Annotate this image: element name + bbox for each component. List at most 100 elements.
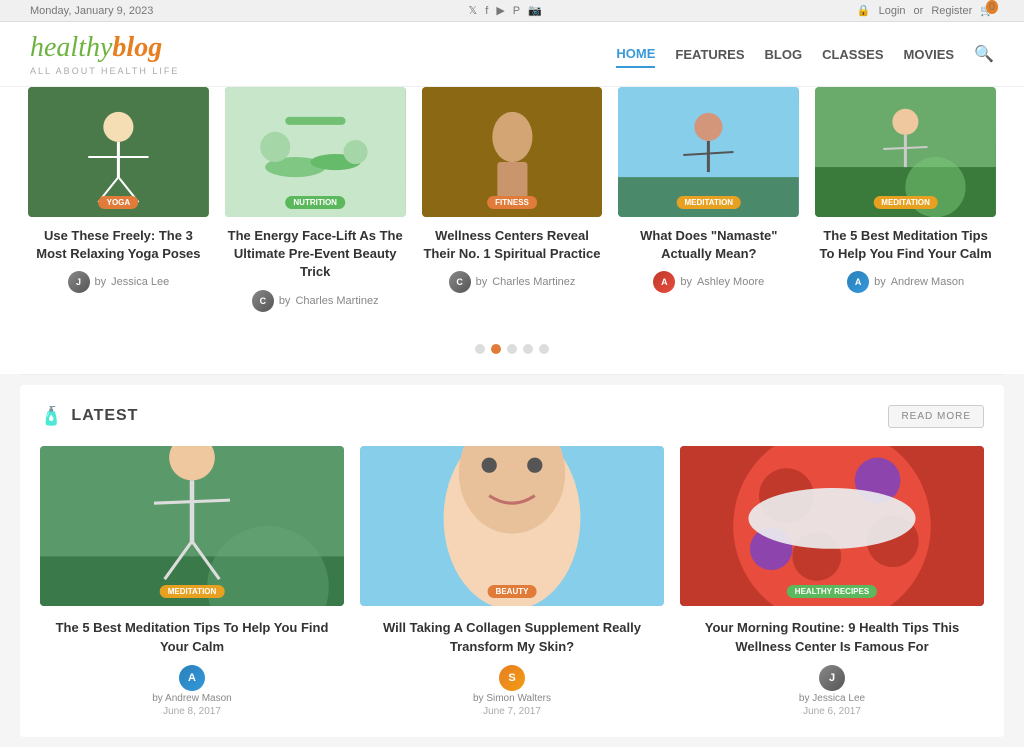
author-label-2: by: [279, 295, 291, 307]
badge-nutrition: NUTRITION: [285, 196, 345, 209]
latest-card-title-3: Your Morning Routine: 9 Health Tips This…: [680, 618, 984, 657]
latest-avatar-2: S: [499, 665, 525, 691]
author-name-2: Charles Martinez: [295, 295, 378, 307]
author-label-1: by: [95, 276, 107, 288]
author-row-4: A by Ashley Moore: [618, 271, 799, 293]
carousel-card-3[interactable]: FITNESS Wellness Centers Reveal Their No…: [414, 87, 611, 312]
card-image-meditation1: MEDITATION: [618, 87, 799, 217]
author-name-1: Jessica Lee: [111, 276, 169, 288]
latest-badge-2: BEAUTY: [488, 585, 537, 598]
author-name-3: Charles Martinez: [492, 276, 575, 288]
lock-icon: 🔒: [857, 4, 871, 17]
badge-yoga: YOGA: [99, 196, 139, 209]
avatar-3: C: [449, 271, 471, 293]
latest-author-row-2: S by Simon Walters June 7, 2017: [360, 665, 664, 717]
nav-classes[interactable]: CLASSES: [822, 42, 883, 67]
author-label-4: by: [680, 276, 692, 288]
card-title-4: What Does "Namaste" Actually Mean?: [618, 227, 799, 263]
date-label: Monday, January 9, 2023: [30, 5, 153, 17]
latest-card-3[interactable]: HEALTHY RECIPES Your Morning Routine: 9 …: [680, 446, 984, 717]
latest-date-1: June 8, 2017: [163, 706, 221, 717]
latest-author-row-1: A by Andrew Mason June 8, 2017: [40, 665, 344, 717]
login-link[interactable]: Login: [879, 5, 906, 17]
card-title-1: Use These Freely: The 3 Most Relaxing Yo…: [28, 227, 209, 263]
latest-date-2: June 7, 2017: [483, 706, 541, 717]
cart-icon-wrap[interactable]: 🛒0: [980, 4, 994, 17]
latest-card-title-1: The 5 Best Meditation Tips To Help You F…: [40, 618, 344, 657]
latest-title: 🧴 LATEST: [40, 406, 138, 427]
nav-blog[interactable]: BLOG: [765, 42, 803, 67]
twitter-icon[interactable]: 𝕏: [468, 4, 477, 17]
author-row-2: C by Charles Martinez: [225, 290, 406, 312]
main-nav: HOME FEATURES BLOG CLASSES MOVIES 🔍: [616, 41, 994, 68]
carousel-card-5[interactable]: MEDITATION The 5 Best Meditation Tips To…: [807, 87, 1004, 312]
latest-author-name-3: by Jessica Lee: [799, 693, 865, 704]
logo-text: healthyblog: [30, 32, 179, 64]
latest-title-text: LATEST: [71, 407, 138, 425]
card-image-meditation2: MEDITATION: [815, 87, 996, 217]
dot-1[interactable]: [475, 344, 485, 354]
latest-card-1[interactable]: MEDITATION The 5 Best Meditation Tips To…: [40, 446, 344, 717]
section-divider: [20, 374, 1004, 375]
avatar-4: A: [653, 271, 675, 293]
avatar-5: A: [847, 271, 869, 293]
top-bar: Monday, January 9, 2023 𝕏 f ▶ P 📷 🔒 Logi…: [0, 0, 1024, 22]
latest-author-name-2: by Simon Walters: [473, 693, 551, 704]
carousel-card-4[interactable]: MEDITATION What Does "Namaste" Actually …: [610, 87, 807, 312]
nav-movies[interactable]: MOVIES: [904, 42, 955, 67]
dot-5[interactable]: [539, 344, 549, 354]
dot-2[interactable]: [491, 344, 501, 354]
instagram-icon[interactable]: 📷: [528, 4, 542, 17]
author-row-5: A by Andrew Mason: [815, 271, 996, 293]
bottle-icon: 🧴: [40, 406, 63, 427]
search-icon[interactable]: 🔍: [974, 44, 994, 64]
author-row-3: C by Charles Martinez: [422, 271, 603, 293]
carousel-dots: [0, 332, 1024, 374]
carousel-card-2[interactable]: NUTRITION The Energy Face-Lift As The Ul…: [217, 87, 414, 312]
latest-author-row-3: J by Jessica Lee June 6, 2017: [680, 665, 984, 717]
badge-meditation1: MEDITATION: [676, 196, 741, 209]
avatar-2: C: [252, 290, 274, 312]
author-label-3: by: [476, 276, 488, 288]
nav-features[interactable]: FEATURES: [675, 42, 744, 67]
card-title-5: The 5 Best Meditation Tips To Help You F…: [815, 227, 996, 263]
register-link[interactable]: Register: [931, 5, 972, 17]
dot-3[interactable]: [507, 344, 517, 354]
author-label-5: by: [874, 276, 886, 288]
badge-fitness: FITNESS: [487, 196, 537, 209]
facebook-icon[interactable]: f: [485, 5, 488, 17]
badge-meditation2: MEDITATION: [873, 196, 938, 209]
latest-card-image-1: MEDITATION: [40, 446, 344, 606]
latest-cards: MEDITATION The 5 Best Meditation Tips To…: [40, 446, 984, 717]
logo-sub: ALL ABOUT HEALTH LIFE: [30, 66, 179, 76]
card-image-nutrition: NUTRITION: [225, 87, 406, 217]
avatar-1: J: [68, 271, 90, 293]
latest-card-2[interactable]: BEAUTY Will Taking A Collagen Supplement…: [360, 446, 664, 717]
cart-badge: 0: [986, 0, 998, 14]
auth-area: 🔒 Login or Register 🛒0: [857, 4, 994, 17]
logo-healthy: healthy: [30, 32, 112, 63]
carousel-cards: YOGA Use These Freely: The 3 Most Relaxi…: [20, 87, 1004, 312]
author-name-5: Andrew Mason: [891, 276, 964, 288]
dot-4[interactable]: [523, 344, 533, 354]
or-label: or: [914, 5, 924, 17]
card-title-3: Wellness Centers Reveal Their No. 1 Spir…: [422, 227, 603, 263]
card-image-fitness: FITNESS: [422, 87, 603, 217]
latest-card-image-2: BEAUTY: [360, 446, 664, 606]
latest-date-3: June 6, 2017: [803, 706, 861, 717]
author-row-1: J by Jessica Lee: [28, 271, 209, 293]
author-name-4: Ashley Moore: [697, 276, 764, 288]
logo-blog: blog: [112, 32, 162, 63]
card-title-2: The Energy Face-Lift As The Ultimate Pre…: [225, 227, 406, 282]
site-logo[interactable]: healthyblog ALL ABOUT HEALTH LIFE: [30, 32, 179, 76]
latest-section: 🧴 LATEST READ MORE MEDITATION Th: [20, 385, 1004, 737]
latest-avatar-1: A: [179, 665, 205, 691]
latest-badge-1: MEDITATION: [160, 585, 225, 598]
carousel-card-1[interactable]: YOGA Use These Freely: The 3 Most Relaxi…: [20, 87, 217, 312]
youtube-icon[interactable]: ▶: [496, 4, 504, 17]
pinterest-icon[interactable]: P: [513, 5, 520, 17]
carousel-section: YOGA Use These Freely: The 3 Most Relaxi…: [0, 87, 1024, 332]
latest-card-title-2: Will Taking A Collagen Supplement Really…: [360, 618, 664, 657]
read-more-button[interactable]: READ MORE: [888, 405, 984, 428]
nav-home[interactable]: HOME: [616, 41, 655, 68]
